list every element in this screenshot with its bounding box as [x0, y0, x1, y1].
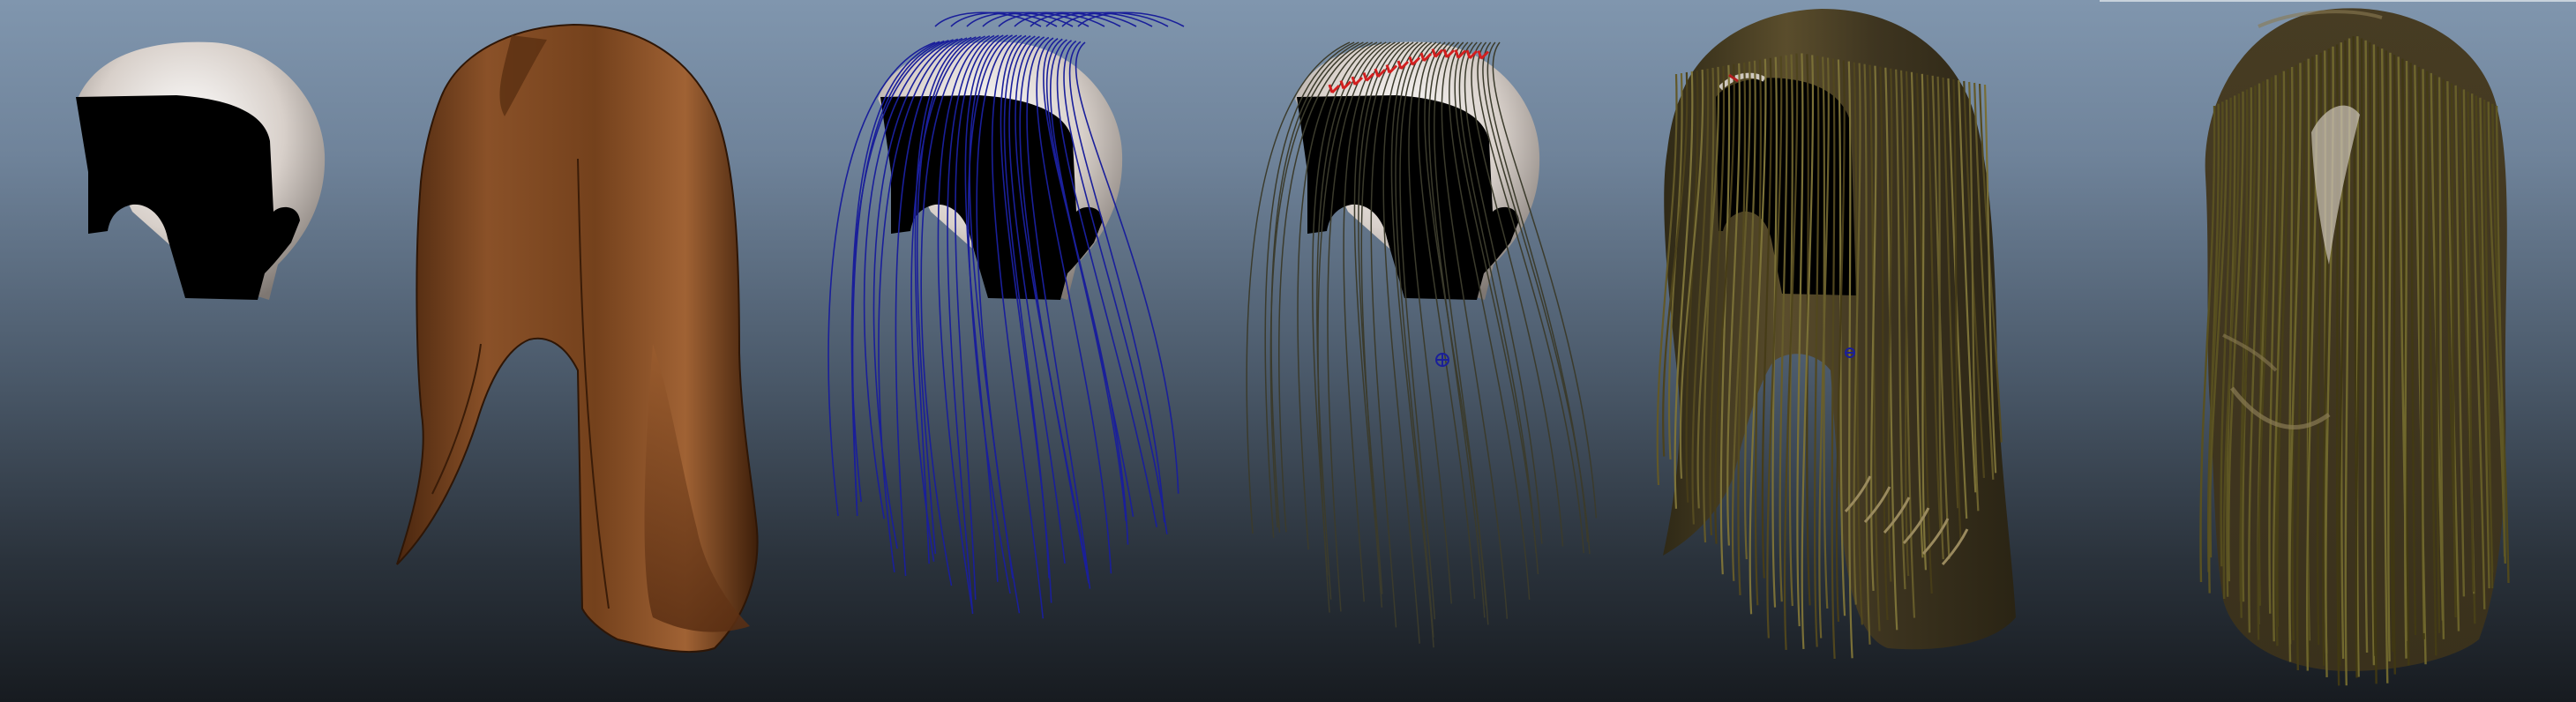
rendered-hair-strands[interactable] — [1656, 9, 2016, 659]
scalp-mesh[interactable] — [76, 41, 326, 301]
hair-system-curves[interactable] — [1246, 41, 1598, 648]
hair-volume-mesh[interactable] — [396, 23, 759, 653]
viewport-scene — [76, 0, 2576, 686]
pivot-manipulator-icon[interactable] — [1435, 353, 1449, 367]
final-hair-render[interactable] — [2199, 8, 2510, 686]
hair-strand — [2393, 55, 2397, 675]
guide-curves[interactable] — [827, 11, 1185, 619]
maya-viewport[interactable] — [0, 0, 2576, 702]
viewport-panel-edge — [2100, 0, 2576, 2]
follicle-marker — [1477, 50, 1490, 60]
